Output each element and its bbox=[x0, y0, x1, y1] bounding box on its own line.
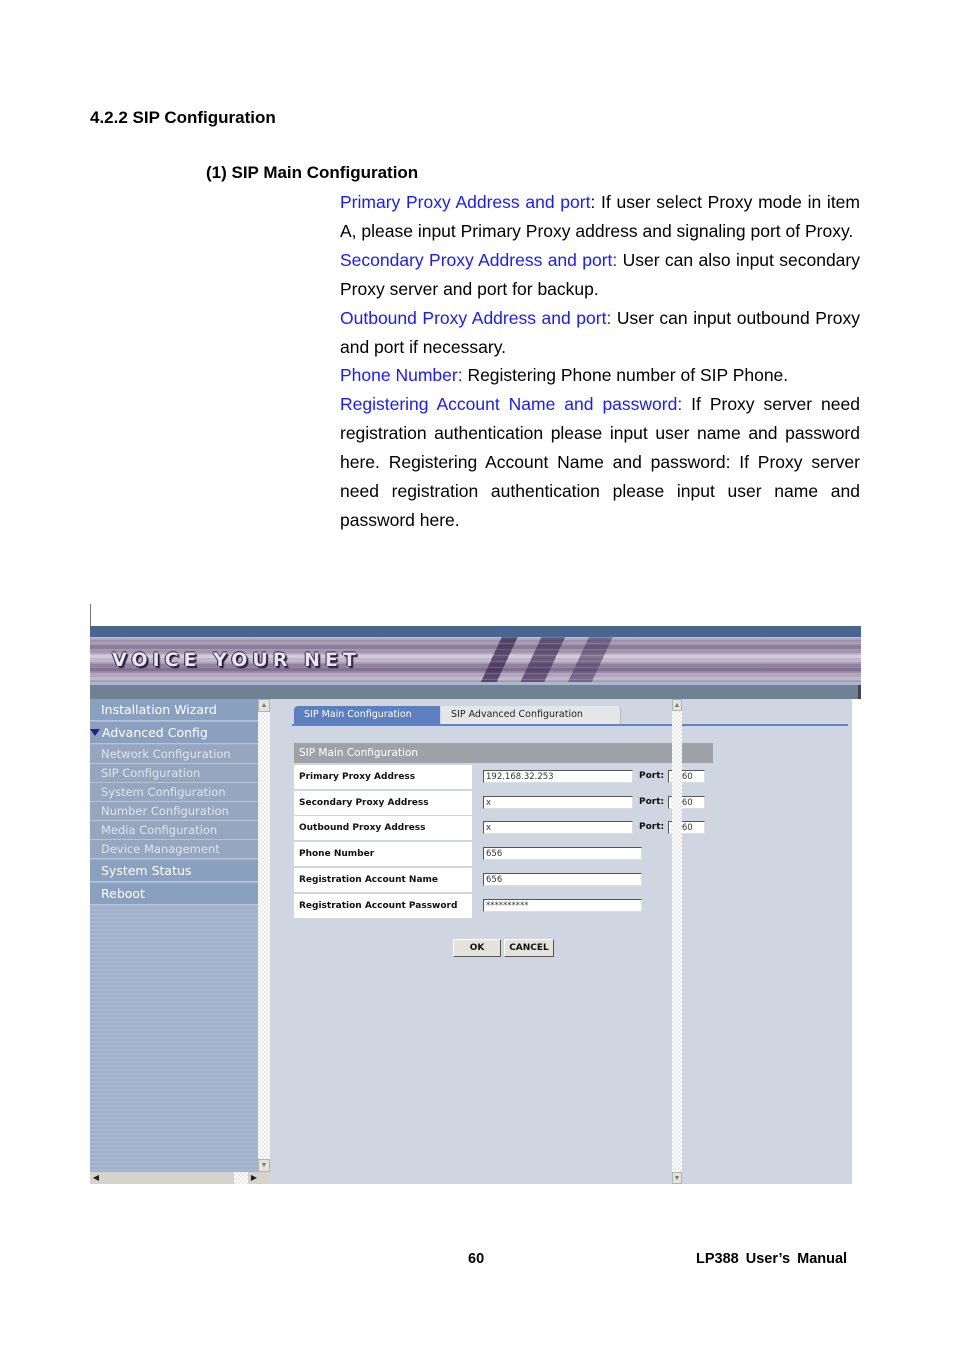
web-ui-screenshot: VOICE YOUR NET Installation Wizard Advan… bbox=[90, 604, 863, 1184]
sidebar-vertical-scrollbar[interactable]: ▲ ▼ bbox=[258, 699, 270, 1172]
description-registration: Registering Account Name and password: I… bbox=[340, 390, 860, 535]
scroll-down-arrow-icon[interactable]: ▼ bbox=[672, 1172, 682, 1184]
primary-proxy-address-input[interactable] bbox=[483, 770, 633, 783]
sidebar-item-label: Installation Wizard bbox=[101, 702, 217, 717]
sidebar-item-label: Advanced Config bbox=[102, 725, 208, 740]
sub-title: (1) SIP Main Configuration bbox=[206, 163, 419, 182]
frame-edge bbox=[90, 604, 91, 626]
field-label: Registration Account Password bbox=[294, 894, 472, 918]
banner-logo: VOICE YOUR NET bbox=[112, 649, 361, 671]
term: Primary Proxy Address and port bbox=[340, 192, 591, 212]
form-row-secondary-proxy: Secondary Proxy Address Port: bbox=[294, 791, 714, 815]
term: Secondary Proxy Address and port: bbox=[340, 249, 618, 270]
scroll-right-arrow-icon[interactable]: ▶ bbox=[248, 1172, 260, 1184]
sidebar-item-reboot[interactable]: Reboot bbox=[90, 883, 258, 905]
panel-title: SIP Main Configuration bbox=[294, 743, 713, 763]
sidebar-item-media-configuration[interactable]: Media Configuration bbox=[90, 821, 258, 840]
field-label: Primary Proxy Address bbox=[294, 765, 472, 789]
secondary-proxy-address-input[interactable] bbox=[483, 796, 633, 809]
sidebar-item-installation-wizard[interactable]: Installation Wizard bbox=[90, 699, 258, 721]
top-bar bbox=[90, 626, 861, 637]
scroll-left-arrow-icon[interactable]: ◀ bbox=[90, 1172, 102, 1184]
sidebar-item-system-configuration[interactable]: System Configuration bbox=[90, 783, 258, 802]
sidebar-item-network-configuration[interactable]: Network Configuration bbox=[90, 745, 258, 764]
sidebar-item-system-status[interactable]: System Status bbox=[90, 860, 258, 882]
sidebar-item-label: Number Configuration bbox=[101, 804, 229, 818]
section-title: 4.2.2 SIP Configuration bbox=[90, 108, 276, 127]
triangle-down-icon bbox=[90, 729, 100, 736]
sidebar-nav: Installation Wizard Advanced Config Netw… bbox=[90, 699, 258, 1172]
registration-account-password-input[interactable] bbox=[483, 899, 642, 912]
scroll-down-arrow-icon[interactable]: ▼ bbox=[258, 1159, 270, 1172]
field-label: Outbound Proxy Address bbox=[294, 816, 472, 840]
term: Outbound Proxy Address and port: bbox=[340, 307, 612, 328]
form-row-phone-number: Phone Number bbox=[294, 842, 714, 866]
term: Registering Account Name and password: bbox=[340, 394, 683, 415]
form-row-outbound-proxy: Outbound Proxy Address Port: bbox=[294, 816, 714, 840]
port-label: Port: bbox=[639, 797, 665, 807]
registration-account-name-input[interactable] bbox=[483, 873, 642, 886]
cancel-button[interactable]: CANCEL bbox=[504, 939, 554, 957]
scroll-track[interactable] bbox=[234, 1172, 248, 1184]
description-primary-proxy: Primary Proxy Address and port: If user … bbox=[340, 188, 860, 246]
phone-number-input[interactable] bbox=[483, 847, 642, 860]
page-number: 60 bbox=[468, 1251, 485, 1267]
sidebar-item-label: Media Configuration bbox=[101, 823, 218, 837]
header-bar bbox=[90, 685, 861, 699]
sidebar-item-label: Reboot bbox=[101, 886, 145, 901]
sidebar-horizontal-scrollbar[interactable]: ◀ ▶ bbox=[90, 1172, 270, 1184]
sidebar-item-advanced-config[interactable]: Advanced Config bbox=[90, 722, 258, 744]
sidebar-item-number-configuration[interactable]: Number Configuration bbox=[90, 802, 258, 821]
tab-underline bbox=[292, 724, 848, 726]
scroll-up-arrow-icon[interactable]: ▲ bbox=[672, 699, 682, 711]
ok-button[interactable]: OK bbox=[453, 939, 501, 957]
sidebar-item-label: SIP Configuration bbox=[101, 766, 201, 780]
scroll-up-arrow-icon[interactable]: ▲ bbox=[258, 699, 270, 712]
description-text: If Proxy server need registration authen… bbox=[340, 394, 860, 530]
description-list: Primary Proxy Address and port: If user … bbox=[340, 188, 860, 535]
sidebar-item-label: Device Management bbox=[101, 842, 220, 856]
field-label: Secondary Proxy Address bbox=[294, 791, 472, 815]
sidebar-item-label: System Status bbox=[101, 863, 192, 878]
main-content: SIP Main Configuration SIP Advanced Conf… bbox=[270, 699, 852, 1184]
description-secondary-proxy: Secondary Proxy Address and port: User c… bbox=[340, 246, 860, 304]
port-label: Port: bbox=[639, 771, 665, 781]
sidebar-item-sip-configuration[interactable]: SIP Configuration bbox=[90, 764, 258, 783]
form-row-account-name: Registration Account Name bbox=[294, 868, 714, 892]
manual-title: LP388 User’s Manual bbox=[696, 1251, 848, 1267]
outbound-proxy-address-input[interactable] bbox=[483, 821, 633, 834]
sidebar-item-label: Network Configuration bbox=[101, 747, 231, 761]
description-text: Registering Phone number of SIP Phone. bbox=[462, 365, 789, 386]
description-phone-number: Phone Number: Registering Phone number o… bbox=[340, 361, 860, 390]
field-label: Phone Number bbox=[294, 842, 472, 866]
port-label: Port: bbox=[639, 822, 665, 832]
tab-sip-advanced-configuration[interactable]: SIP Advanced Configuration bbox=[441, 706, 621, 724]
sidebar-item-device-management[interactable]: Device Management bbox=[90, 840, 258, 859]
main-vertical-scrollbar[interactable]: ▲ ▼ bbox=[672, 699, 682, 1184]
banner: VOICE YOUR NET bbox=[90, 637, 861, 682]
term: Phone Number: bbox=[340, 365, 463, 386]
tab-sip-main-configuration[interactable]: SIP Main Configuration bbox=[294, 706, 440, 724]
form-row-account-password: Registration Account Password bbox=[294, 894, 714, 918]
description-outbound-proxy: Outbound Proxy Address and port: User ca… bbox=[340, 304, 860, 362]
sidebar-item-label: System Configuration bbox=[101, 785, 226, 799]
form-row-primary-proxy: Primary Proxy Address Port: bbox=[294, 765, 714, 789]
field-label: Registration Account Name bbox=[294, 868, 472, 892]
